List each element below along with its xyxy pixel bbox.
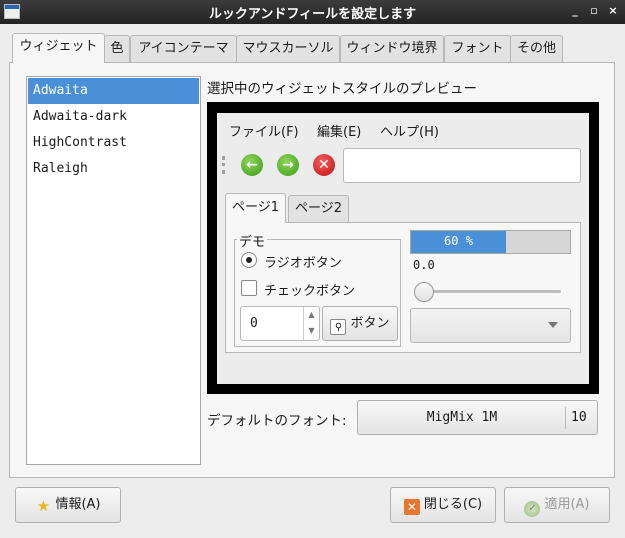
preview-text-entry[interactable] (343, 148, 581, 183)
apply-button[interactable]: ✓ 適用(A) (504, 487, 610, 523)
font-name: MigMix 1M (426, 410, 498, 425)
font-size: 10 (571, 410, 587, 425)
scale-handle[interactable] (414, 282, 434, 302)
preview-button[interactable]: ⚲ ボタン (322, 306, 398, 341)
progress-bar: 60 % (410, 230, 571, 254)
tab-font[interactable]: フォント (444, 35, 511, 62)
close-window-icon[interactable]: × (604, 2, 622, 20)
tab-color[interactable]: 色 (104, 35, 130, 62)
preview-button-label: ボタン (350, 316, 390, 331)
close-label: 閉じる(C) (423, 497, 483, 512)
radio-label: ラジオボタン (264, 256, 342, 271)
title-bar: ルックアンドフィールを設定します _ ▫ × (0, 0, 625, 24)
preview-label: 選択中のウィジェットスタイルのプレビュー (207, 81, 477, 97)
menu-file[interactable]: ファイル(F) (229, 121, 299, 140)
font-chooser-button[interactable]: MigMix 1M 10 (357, 400, 598, 435)
font-separator (565, 407, 566, 429)
menu-help[interactable]: ヘルプ(H) (380, 121, 439, 140)
about-label: 情報(A) (55, 497, 101, 512)
star-icon: ★ (36, 497, 51, 515)
window-title: ルックアンドフィールを設定します (208, 7, 417, 22)
tab-widget[interactable]: ウィジェット (12, 33, 105, 63)
check-label: チェックボタン (264, 284, 356, 299)
spin-button[interactable]: 0 ▲ ▼ (240, 306, 320, 341)
chevron-down-icon (548, 322, 558, 328)
forward-arrow-icon[interactable]: → (277, 154, 299, 176)
maximize-icon[interactable]: ▫ (585, 2, 603, 20)
stop-icon[interactable]: ✕ (313, 154, 335, 176)
check-button[interactable] (241, 280, 257, 296)
close-button[interactable]: ✕ 閉じる(C) (390, 487, 496, 523)
default-font-label: デフォルトのフォント: (207, 413, 347, 429)
list-item[interactable]: Adwaita (28, 78, 199, 104)
search-icon: ⚲ (330, 319, 347, 335)
apply-icon: ✓ (524, 501, 541, 517)
tab-window-border[interactable]: ウィンドウ境界 (340, 35, 444, 62)
about-button[interactable]: ★ 情報(A) (15, 487, 121, 523)
tab-other[interactable]: その他 (510, 35, 563, 62)
tab-page1[interactable]: ページ1 (225, 193, 287, 223)
back-arrow-icon[interactable]: ← (241, 154, 263, 176)
progress-text: 60 % (444, 234, 473, 248)
list-item[interactable]: HighContrast (28, 130, 199, 156)
tab-mouse-cursor[interactable]: マウスカーソル (236, 35, 340, 62)
spin-arrows-icon[interactable]: ▲ ▼ (303, 307, 319, 340)
minimize-icon[interactable]: _ (566, 2, 584, 20)
list-item[interactable]: Raleigh (28, 156, 199, 182)
scale-track[interactable] (420, 290, 561, 293)
close-icon: ✕ (403, 499, 420, 515)
radio-button[interactable] (241, 252, 257, 268)
menu-edit[interactable]: 編集(E) (317, 121, 361, 140)
tab-page2[interactable]: ページ2 (288, 195, 350, 223)
preview-combo-box[interactable] (410, 308, 571, 343)
theme-list[interactable]: Adwaita Adwaita-dark HighContrast Raleig… (26, 76, 201, 465)
toolbar-grip (222, 156, 225, 174)
spin-value: 0 (250, 316, 258, 331)
list-item[interactable]: Adwaita-dark (28, 104, 199, 130)
apply-label: 適用(A) (544, 497, 590, 512)
scale-value: 0.0 (413, 258, 435, 272)
tab-icon-theme[interactable]: アイコンテーマ (130, 35, 237, 62)
demo-label: デモ (237, 231, 268, 250)
